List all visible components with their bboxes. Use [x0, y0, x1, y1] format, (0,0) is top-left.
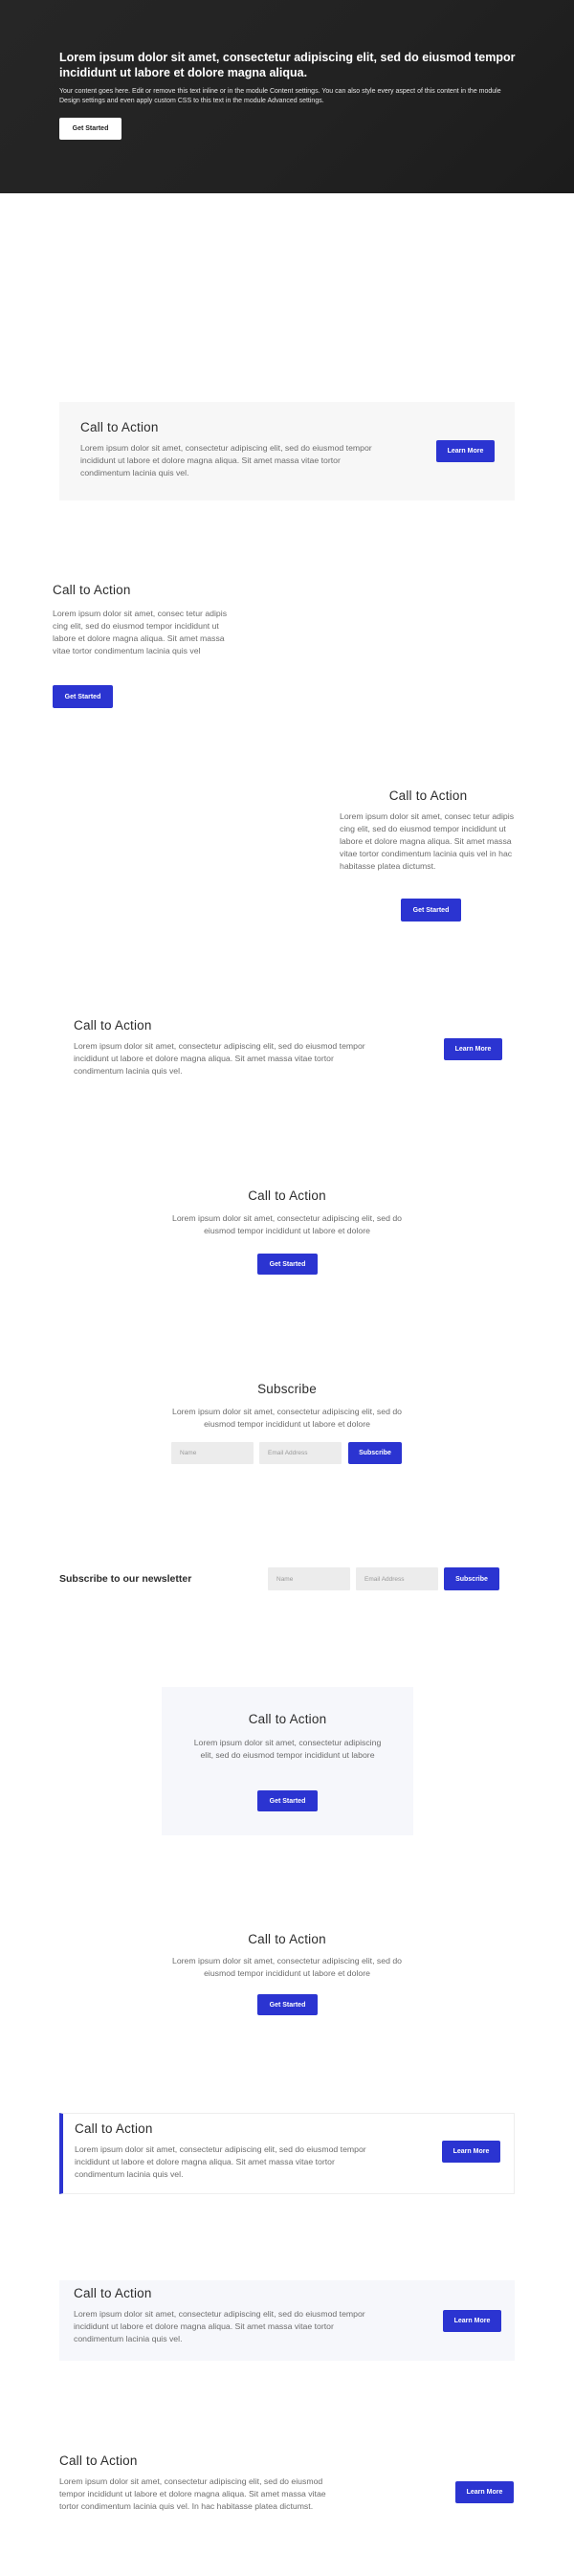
email-input[interactable]: Email Address [356, 1567, 438, 1590]
cta-title: Call to Action [80, 420, 159, 434]
cta-get-started-button[interactable]: Get Started [53, 685, 113, 708]
cta-text: Lorem ipsum dolor sit amet, consectetur … [59, 2476, 326, 2511]
hero-text: Your content goes here. Edit or remove t… [59, 88, 501, 104]
cta-text: Lorem ipsum dolor sit amet, consectetur … [74, 1041, 365, 1076]
cta-title: Call to Action [53, 583, 131, 597]
cta-title: Call to Action [74, 1018, 152, 1033]
cta-title: Call to Action [75, 2121, 153, 2136]
cta-title: Call to Action [248, 1188, 326, 1203]
cta-text: Lorem ipsum dolor sit amet, consectetur … [172, 1213, 402, 1235]
cta-section-5: Call to Action Lorem ipsum dolor sit ame… [163, 1185, 411, 1276]
email-input[interactable]: Email Address [259, 1442, 342, 1464]
hero-section: Lorem ipsum dolor sit amet, consectetur … [0, 0, 574, 193]
cta-get-started-button[interactable]: Get Started [257, 1994, 318, 2015]
name-input[interactable]: Name [171, 1442, 254, 1464]
hero-title: Lorem ipsum dolor sit amet, consectetur … [59, 51, 516, 79]
cta-text: Lorem ipsum dolor sit amet, consectetur … [193, 1738, 382, 1760]
cta-title: Call to Action [74, 2286, 152, 2300]
cta-section-8: Call to Action Lorem ipsum dolor sit ame… [59, 2113, 515, 2194]
cta-learn-more-button[interactable]: Learn More [443, 2310, 501, 2332]
cta-text: Lorem ipsum dolor sit amet, consectetur … [75, 2144, 366, 2179]
cta-text: Lorem ipsum dolor sit amet, consectetur … [80, 443, 372, 477]
cta-get-started-button[interactable]: Get Started [257, 1254, 318, 1275]
cta-section-7: Call to Action Lorem ipsum dolor sit ame… [163, 1928, 411, 2016]
cta-section-10: Call to Action Lorem ipsum dolor sit ame… [59, 2450, 515, 2536]
subscribe-section: Subscribe Lorem ipsum dolor sit amet, co… [163, 1378, 411, 1474]
cta-learn-more-button[interactable]: Learn More [436, 440, 495, 462]
cta-get-started-button[interactable]: Get Started [257, 1790, 318, 1811]
cta-title: Call to Action [248, 1932, 326, 1946]
cta-text: Lorem ipsum dolor sit amet, consectetur … [74, 2309, 365, 2343]
subscribe-title: Subscribe [257, 1382, 317, 1396]
cta-section-6: Call to Action Lorem ipsum dolor sit ame… [162, 1687, 413, 1835]
subscribe-button[interactable]: Subscribe [444, 1567, 499, 1590]
name-input[interactable]: Name [268, 1567, 350, 1590]
cta-learn-more-button[interactable]: Learn More [444, 1038, 502, 1060]
cta-section-3: Call to Action Lorem ipsum dolor sit ame… [340, 785, 517, 928]
subscribe-button[interactable]: Subscribe [348, 1442, 402, 1464]
cta-title: Call to Action [59, 2454, 138, 2468]
cta-section-4: Call to Action Lorem ipsum dolor sit ame… [74, 1014, 504, 1086]
cta-text: Lorem ipsum dolor sit amet, consec tetur… [340, 811, 515, 871]
subscribe-text: Lorem ipsum dolor sit amet, consectetur … [172, 1407, 402, 1429]
cta-section-2: Call to Action Lorem ipsum dolor sit ame… [53, 579, 244, 713]
hero-get-started-button[interactable]: Get Started [59, 118, 121, 140]
cta-learn-more-button[interactable]: Learn More [442, 2141, 500, 2163]
cta-title: Call to Action [248, 1712, 327, 1726]
cta-learn-more-button[interactable]: Learn More [455, 2481, 514, 2503]
cta-text: Lorem ipsum dolor sit amet, consec tetur… [53, 609, 228, 655]
newsletter-section: Subscribe to our newsletter Name Email A… [59, 1565, 515, 1593]
cta-section-9: Call to Action Lorem ipsum dolor sit ame… [59, 2280, 515, 2361]
cta-title: Call to Action [388, 788, 468, 803]
newsletter-title: Subscribe to our newsletter [59, 1573, 192, 1585]
cta-text: Lorem ipsum dolor sit amet, consectetur … [172, 1956, 402, 1978]
cta-get-started-button[interactable]: Get Started [401, 899, 461, 922]
cta-section-1: Call to Action Lorem ipsum dolor sit ame… [59, 402, 515, 500]
